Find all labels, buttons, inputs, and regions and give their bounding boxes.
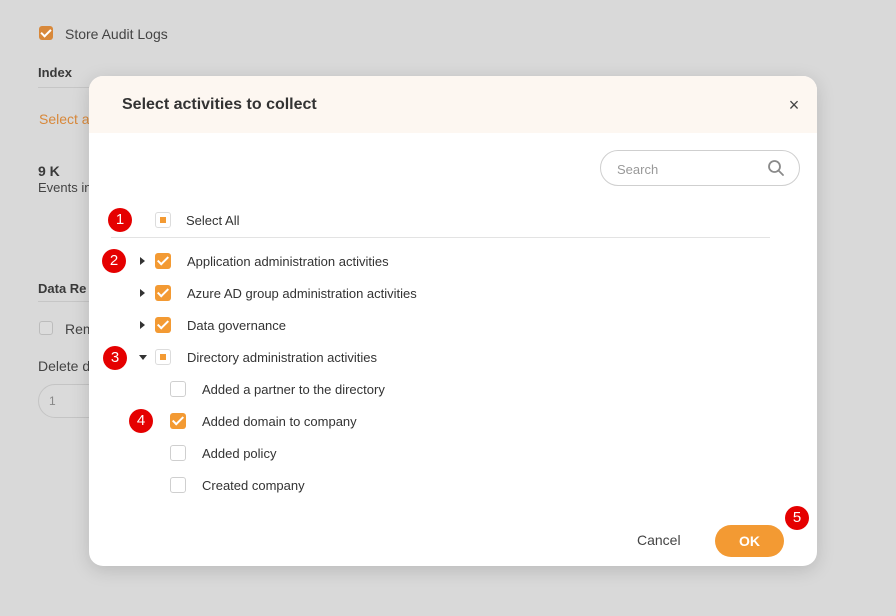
select-all-checkbox[interactable] [155, 212, 171, 228]
annotation-marker-3: 3 [103, 346, 127, 370]
events-label: Events in [38, 180, 92, 195]
select-all-divider [111, 237, 770, 238]
dialog-header: Select activities to collect × [89, 76, 817, 133]
child-label-added-policy[interactable]: Added policy [202, 446, 276, 461]
search-input[interactable] [615, 159, 759, 179]
number-input-value: 1 [49, 394, 56, 408]
search-field[interactable] [600, 150, 800, 186]
group-label-data-governance[interactable]: Data governance [187, 318, 286, 333]
close-icon[interactable]: × [783, 95, 805, 117]
select-activities-dialog: Select activities to collect × Select Al… [89, 76, 817, 566]
annotation-marker-5: 5 [785, 506, 809, 530]
child-label-created-company[interactable]: Created company [202, 478, 305, 493]
group-checkbox-directory-admin[interactable] [155, 349, 171, 365]
child-checkbox-added-policy[interactable] [170, 445, 186, 461]
expand-caret-right-icon[interactable] [140, 289, 145, 297]
cancel-button[interactable]: Cancel [637, 532, 681, 548]
child-label-added-domain[interactable]: Added domain to company [202, 414, 357, 429]
delete-label: Delete d [38, 358, 91, 374]
child-checkbox-added-partner[interactable] [170, 381, 186, 397]
annotation-marker-4: 4 [129, 409, 153, 433]
expand-caret-right-icon[interactable] [140, 321, 145, 329]
child-checkbox-created-company[interactable] [170, 477, 186, 493]
collapse-caret-down-icon[interactable] [139, 355, 147, 360]
select-link[interactable]: Select a [39, 111, 90, 127]
dialog-title: Select activities to collect [122, 96, 317, 113]
select-all-label[interactable]: Select All [186, 213, 239, 228]
count-value: 9 K [38, 163, 60, 179]
search-icon[interactable] [767, 159, 785, 177]
group-checkbox-application-admin[interactable] [155, 253, 171, 269]
store-audit-logs-checkbox[interactable] [39, 26, 53, 40]
group-checkbox-data-governance[interactable] [155, 317, 171, 333]
remove-checkbox[interactable] [39, 321, 53, 335]
annotation-marker-2: 2 [102, 249, 126, 273]
group-label-directory-admin[interactable]: Directory administration activities [187, 350, 377, 365]
group-checkbox-azure-ad-group-admin[interactable] [155, 285, 171, 301]
group-label-application-admin[interactable]: Application administration activities [187, 254, 389, 269]
ok-button[interactable]: OK [715, 525, 784, 557]
child-checkbox-added-domain[interactable] [170, 413, 186, 429]
child-label-added-partner[interactable]: Added a partner to the directory [202, 382, 385, 397]
group-label-azure-ad-group-admin[interactable]: Azure AD group administration activities [187, 286, 417, 301]
annotation-marker-1: 1 [108, 208, 132, 232]
index-heading: Index [38, 65, 72, 80]
store-audit-logs-label: Store Audit Logs [65, 26, 168, 42]
expand-caret-right-icon[interactable] [140, 257, 145, 265]
data-retention-heading: Data Re [38, 281, 87, 296]
